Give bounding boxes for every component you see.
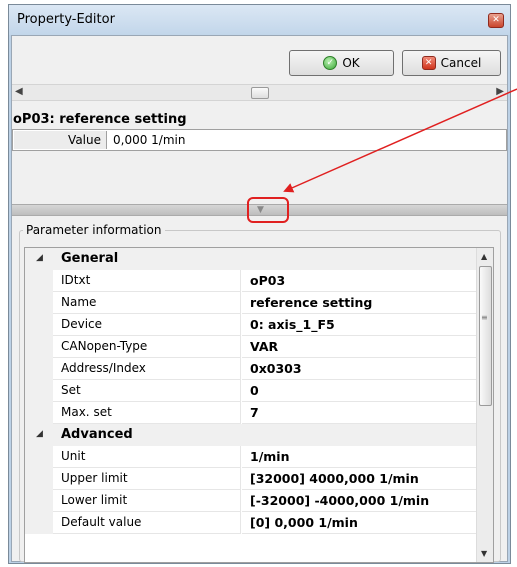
row-gutter	[25, 402, 53, 424]
row-gutter	[25, 468, 53, 490]
vertical-scroll-thumb[interactable]	[479, 266, 492, 406]
grip-icon: ≡	[481, 313, 488, 322]
property-row[interactable]: CANopen-Type VAR	[25, 336, 478, 358]
parameter-header: oP03: reference setting	[13, 112, 187, 127]
scroll-down-icon[interactable]: ▼	[481, 549, 487, 558]
property-value[interactable]: [0] 0,000 1/min	[242, 512, 478, 534]
group-label: General	[61, 251, 119, 266]
group-label: Advanced	[61, 427, 133, 442]
property-name: Device	[53, 314, 241, 336]
value-field[interactable]: 0,000 1/min	[113, 133, 185, 147]
property-name: Set	[53, 380, 241, 402]
row-gutter	[25, 446, 53, 468]
highlight-annotation	[247, 197, 289, 223]
property-name: Max. set	[53, 402, 241, 424]
scroll-thumb[interactable]	[251, 87, 269, 99]
row-gutter	[25, 490, 53, 512]
property-value[interactable]: 0	[242, 380, 478, 402]
cancel-label: Cancel	[440, 56, 482, 70]
property-value[interactable]: oP03	[242, 270, 478, 292]
group-title: Parameter information	[23, 223, 165, 237]
title-bar[interactable]: Property-Editor ✕	[9, 5, 510, 35]
property-value[interactable]: 1/min	[242, 446, 478, 468]
property-name: Lower limit	[53, 490, 241, 512]
group-row-general[interactable]: ◢ General	[25, 248, 478, 270]
scroll-up-icon[interactable]: ▲	[481, 252, 487, 261]
ok-label: OK	[342, 56, 360, 70]
property-row[interactable]: Set 0	[25, 380, 478, 402]
property-name: Upper limit	[53, 468, 241, 490]
property-row[interactable]: Name reference setting	[25, 292, 478, 314]
property-value[interactable]: 0x0303	[242, 358, 478, 380]
value-label: Value	[14, 131, 107, 149]
row-gutter	[25, 292, 53, 314]
property-row[interactable]: Address/Index 0x0303	[25, 358, 478, 380]
property-row[interactable]: Device 0: axis_1_F5	[25, 314, 478, 336]
property-value[interactable]: 7	[242, 402, 478, 424]
property-name: Default value	[53, 512, 241, 534]
property-row[interactable]: Default value [0] 0,000 1/min	[25, 512, 478, 534]
window-title: Property-Editor	[17, 12, 115, 27]
row-gutter	[25, 380, 53, 402]
scroll-left-icon[interactable]: ◀	[15, 86, 23, 97]
collapse-triangle-icon[interactable]: ◢	[36, 429, 43, 439]
scroll-right-icon[interactable]: ▶	[496, 86, 504, 97]
check-circle-icon: ✓	[323, 56, 338, 70]
x-square-icon: ✕	[421, 56, 436, 70]
group-row-advanced[interactable]: ◢ Advanced	[25, 424, 478, 446]
property-name: Name	[53, 292, 241, 314]
property-value[interactable]: [32000] 4000,000 1/min	[242, 468, 478, 490]
property-row[interactable]: IDtxt oP03	[25, 270, 478, 292]
collapse-triangle-icon[interactable]: ◢	[36, 253, 43, 263]
property-row[interactable]: Upper limit [32000] 4000,000 1/min	[25, 468, 478, 490]
property-value[interactable]: VAR	[242, 336, 478, 358]
property-grid: ◢ General IDtxt oP03 Name reference setting De…	[24, 247, 494, 563]
property-row[interactable]: Unit 1/min	[25, 446, 478, 468]
property-name: IDtxt	[53, 270, 241, 292]
row-gutter	[25, 512, 53, 534]
vertical-scrollbar[interactable]: ▲ ≡ ▼	[476, 248, 493, 562]
property-editor-window: Property-Editor ✕ ✓ OK ✕ Cancel ◀ ▶ oP03…	[8, 4, 511, 564]
property-row[interactable]: Lower limit [-32000] -4000,000 1/min	[25, 490, 478, 512]
property-name: Unit	[53, 446, 241, 468]
close-button[interactable]: ✕	[488, 13, 504, 28]
property-name: Address/Index	[53, 358, 241, 380]
property-value[interactable]: 0: axis_1_F5	[242, 314, 478, 336]
property-value[interactable]: reference setting	[242, 292, 478, 314]
ok-button[interactable]: ✓ OK	[289, 50, 394, 76]
row-gutter	[25, 314, 53, 336]
property-name: CANopen-Type	[53, 336, 241, 358]
cancel-button[interactable]: ✕ Cancel	[402, 50, 501, 76]
row-gutter	[25, 358, 53, 380]
property-row[interactable]: Max. set 7	[25, 402, 478, 424]
row-gutter	[25, 336, 53, 358]
row-gutter	[25, 270, 53, 292]
value-row: Value 0,000 1/min	[12, 129, 507, 151]
editor-client-area: ✓ OK ✕ Cancel ◀ ▶ oP03: reference settin…	[11, 35, 508, 563]
horizontal-scrollbar[interactable]: ◀ ▶	[12, 84, 507, 101]
property-value[interactable]: [-32000] -4000,000 1/min	[242, 490, 478, 512]
